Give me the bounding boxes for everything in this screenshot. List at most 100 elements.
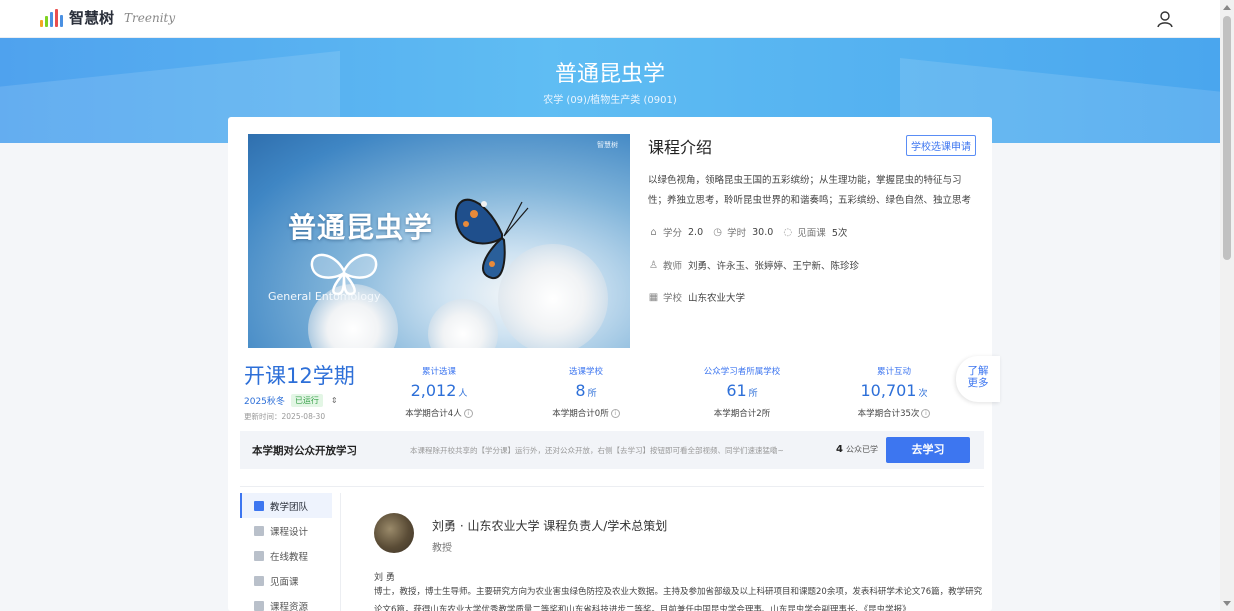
- course-title: 普通昆虫学: [554, 62, 665, 87]
- stat-number: 2,012 人: [379, 381, 499, 400]
- credit-label: 学分: [663, 228, 683, 239]
- stat-foot-text: 本学期合计0所: [552, 409, 609, 419]
- top-nav: 智慧树 Treenity: [0, 0, 1220, 38]
- section-divider: [240, 486, 984, 487]
- school-label: 学校: [663, 293, 683, 304]
- stat-value: 2,012: [410, 381, 457, 400]
- teacher-avatar: [374, 513, 414, 553]
- stat-footnote: 本学期合计2所: [682, 407, 802, 419]
- stat-footnote: 本学期合计4人 i: [379, 407, 499, 419]
- scroll-up-icon[interactable]: [1223, 5, 1231, 10]
- info-icon[interactable]: i: [921, 409, 931, 418]
- stat-value: 61: [726, 381, 747, 400]
- side-nav-meeting-class[interactable]: 见面课: [240, 568, 332, 593]
- stat-total-enrollment: 累计选课 2,012 人 本学期合计4人 i: [379, 365, 499, 419]
- logo-bars-icon: [40, 9, 63, 27]
- teacher-short-name: 刘 勇: [374, 573, 395, 583]
- side-nav-teaching-team[interactable]: 教学团队: [240, 493, 332, 518]
- course-credits-row: ⌂ 学分 2.0 ◷ 学时 30.0 ◌ 见面课 5次: [648, 225, 856, 240]
- course-card: 智慧树 普通昆虫学 General Entomology 课程介绍 学校选课申请…: [228, 117, 992, 611]
- sort-caret-icon[interactable]: ⇕: [331, 396, 338, 405]
- stat-public-schools: 公众学习者所属学校 61 所 本学期合计2所: [682, 365, 802, 419]
- stat-value: 8: [575, 381, 586, 400]
- side-nav-label: 见面课: [270, 576, 299, 588]
- stat-schools: 选课学校 8所 本学期合计0所 i: [526, 365, 646, 419]
- school-name: 山东农业大学: [688, 293, 746, 304]
- site-logo[interactable]: 智慧树 Treenity: [40, 9, 175, 27]
- public-study-description: 本课程除开校共享的【学分课】运行外，还对公众开放，右侧【去学习】按钮即可看全部视…: [410, 446, 784, 455]
- course-teachers-row: ♙ 教师 刘勇、许永玉、张婷婷、王宁新、陈珍珍: [648, 258, 868, 273]
- side-nav-label: 课程设计: [270, 526, 309, 538]
- semester-term: 2025秋冬: [244, 397, 285, 407]
- logo-bar: [40, 20, 43, 27]
- resource-icon: [254, 600, 264, 611]
- stat-label: 选课学校: [568, 367, 603, 377]
- course-side-nav: 教学团队 课程设计 在线教程 见面课 课程资源: [240, 493, 332, 611]
- info-icon[interactable]: i: [610, 409, 620, 418]
- scroll-down-icon[interactable]: [1223, 601, 1231, 606]
- intro-description: 以绿色视角，领略昆虫王国的五彩缤纷；从生理功能，掌握昆虫的特征与习性；养独立思考…: [648, 175, 972, 206]
- scroll-thumb[interactable]: [1223, 16, 1231, 260]
- butterfly-icon: [454, 198, 529, 280]
- graduation-cap-icon: ⌂: [650, 226, 657, 238]
- semester-selector[interactable]: 2025秋冬 已运行 ⇕: [244, 394, 374, 407]
- stat-foot-text: 本学期合计2所: [713, 409, 771, 419]
- stat-foot-text: 本学期合计4人: [405, 409, 462, 419]
- clock-icon: ◷: [713, 226, 722, 238]
- school-apply-button[interactable]: 学校选课申请: [906, 135, 976, 156]
- stat-interactions: 累计互动 10,701 次 本学期合计35次 i: [834, 365, 954, 419]
- side-nav-label: 教学团队: [270, 501, 309, 513]
- video-icon: [254, 550, 264, 561]
- teacher-icon: ♙: [649, 259, 658, 271]
- learner-count-value: 4: [836, 444, 843, 455]
- people-icon: [254, 575, 264, 586]
- stat-value: 10,701: [860, 381, 917, 400]
- meeting-label: 见面课: [797, 228, 826, 239]
- status-badge: 已运行: [290, 394, 323, 407]
- stat-number: 10,701 次: [834, 381, 954, 400]
- go-study-button[interactable]: 去学习: [886, 437, 970, 463]
- course-intro: 课程介绍 学校选课申请 以绿色视角，领略昆虫王国的五彩缤纷；从生理功能，掌握昆虫…: [648, 134, 978, 211]
- course-category: 农学 (09)/植物生产类 (0901): [543, 95, 677, 106]
- semester-count: 开课12学期: [244, 364, 355, 388]
- side-nav-course-design[interactable]: 课程设计: [240, 518, 332, 543]
- teacher-name: 刘勇 · 山东农业大学 课程负责人/学术总策划: [432, 519, 668, 533]
- credit-value: 2.0: [688, 226, 704, 238]
- public-study-bar: 本学期对公众开放学习 本课程除开校共享的【学分课】运行外，还对公众开放，右侧【去…: [240, 431, 984, 469]
- side-nav-label: 课程资源: [270, 601, 309, 611]
- cover-english-title: General Entomology: [268, 290, 381, 303]
- side-nav-label: 在线教程: [270, 551, 309, 563]
- stat-unit: 所: [587, 389, 597, 399]
- learn-more-button[interactable]: 了解 更多: [956, 356, 1000, 402]
- semester-info: 开课12学期 2025秋冬 已运行 ⇕ 更新时间：2025-08-30: [244, 360, 374, 422]
- stat-label: 累计选课: [421, 367, 456, 377]
- page-scrollbar[interactable]: [1220, 0, 1234, 611]
- nav-divider: [340, 493, 341, 611]
- teacher-label: 教师: [663, 261, 683, 272]
- public-study-title: 本学期对公众开放学习: [252, 445, 357, 457]
- logo-bar: [55, 9, 58, 27]
- logo-bar: [60, 15, 63, 27]
- school-icon: ▦: [648, 291, 659, 303]
- dandelion-decoration: [428, 299, 498, 348]
- side-nav-course-resources[interactable]: 课程资源: [240, 593, 332, 611]
- brand-name: 智慧树: [69, 9, 115, 27]
- info-icon[interactable]: i: [463, 409, 473, 418]
- stat-unit: 所: [748, 389, 758, 399]
- updated-time: 更新时间：2025-08-30: [244, 412, 326, 421]
- butterfly-outline-icon: [310, 253, 378, 296]
- logo-bar: [45, 16, 48, 27]
- stat-footnote: 本学期合计35次 i: [834, 407, 954, 419]
- design-icon: [254, 525, 264, 536]
- cover-title: 普通昆虫学: [288, 211, 434, 244]
- brand-subtitle: Treenity: [124, 11, 176, 25]
- stat-unit: 人: [458, 389, 468, 399]
- teacher-title: 教授: [432, 543, 452, 554]
- user-icon[interactable]: [1156, 10, 1174, 28]
- side-nav-online-tutorial[interactable]: 在线教程: [240, 543, 332, 568]
- teacher-bio: 博士，教授，博士生导师。主要研究方向为农业害虫绿色防控及农业大数据。主持及参加省…: [374, 587, 983, 611]
- team-icon: [254, 500, 264, 511]
- public-learner-count: 4 公众已学: [836, 444, 878, 455]
- course-cover-image: 智慧树 普通昆虫学 General Entomology: [248, 134, 630, 348]
- stat-footnote: 本学期合计0所 i: [526, 407, 646, 419]
